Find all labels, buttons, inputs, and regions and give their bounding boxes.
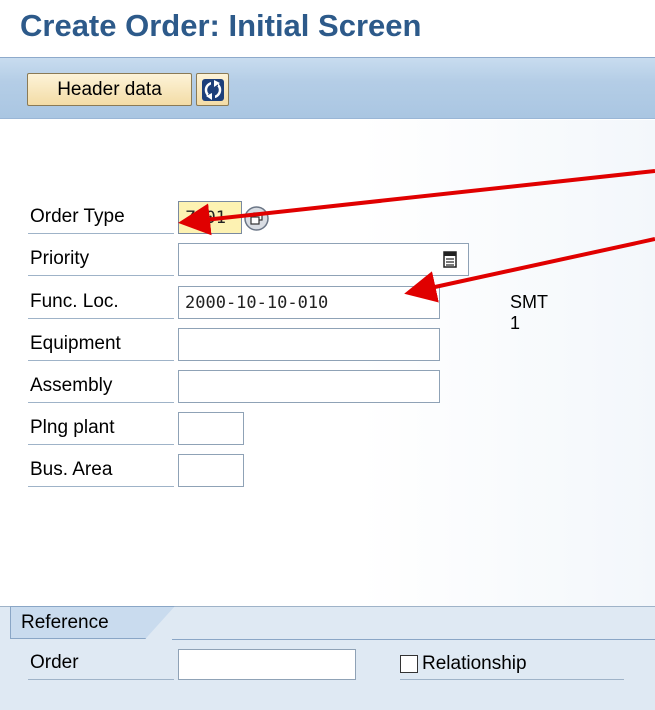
arrow-to-order-type bbox=[178, 169, 655, 236]
annotation-arrows bbox=[178, 169, 655, 303]
arrow-to-func-loc bbox=[404, 237, 655, 303]
